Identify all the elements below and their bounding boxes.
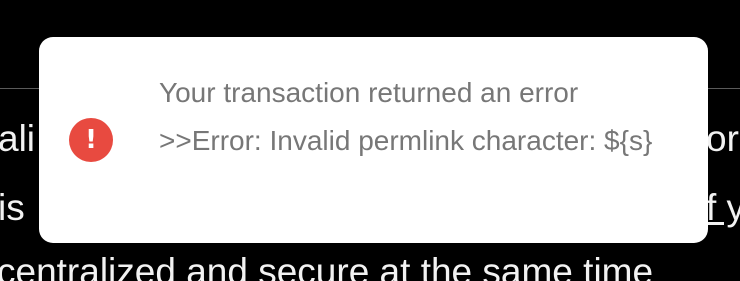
error-exclamation-icon: ! [69,118,113,162]
background-text-fragment: or [706,118,739,159]
background-text-fragment: is [0,187,25,228]
error-toast: ! Your transaction returned an error >>E… [39,37,708,243]
background-text-line: centralized and secure at the same time [0,251,654,281]
screen: ali or is f y centralized and secure at … [0,0,740,281]
error-message: Your transaction returned an error >>Err… [159,77,653,156]
background-link-fragment[interactable]: f y [706,188,740,228]
background-text-fragment: ali [0,118,36,159]
